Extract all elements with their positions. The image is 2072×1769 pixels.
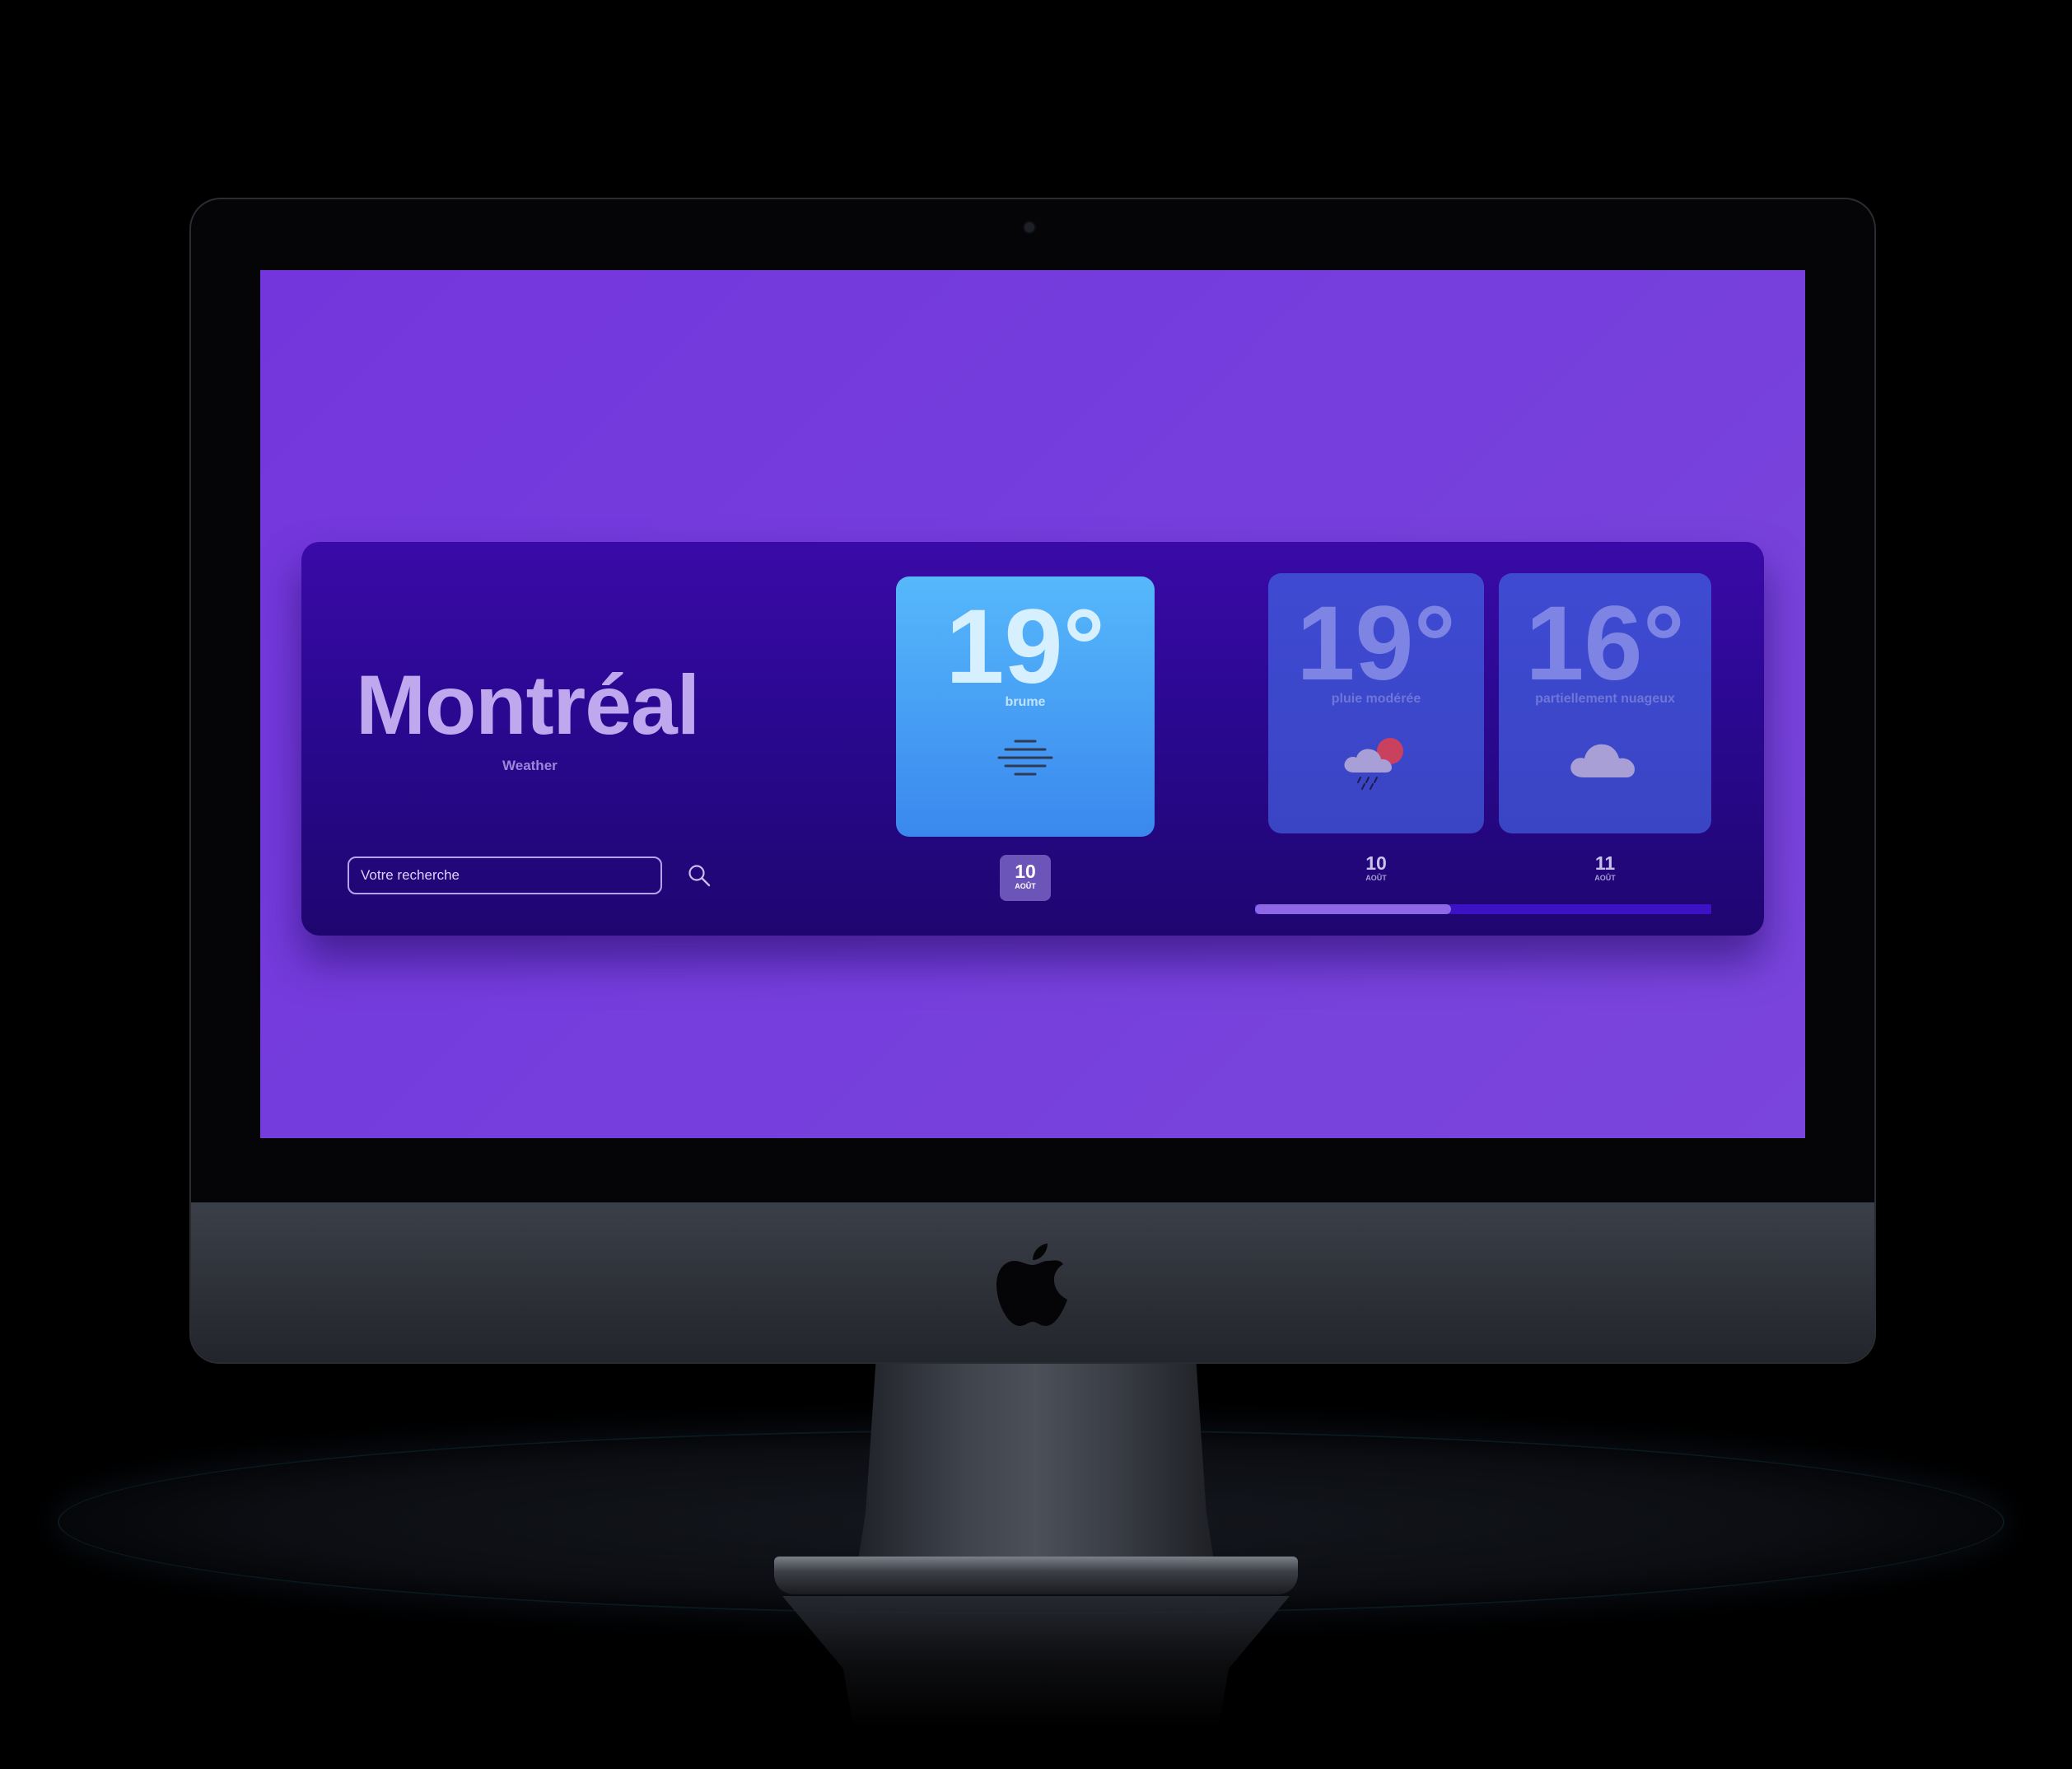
temperature: 19° — [1296, 585, 1456, 702]
date-month: AOÛT — [1015, 882, 1036, 890]
cloud-icon — [1570, 744, 1635, 777]
app-subtitle: Weather — [502, 758, 558, 773]
forecast-card[interactable]: 19° pluie modérée — [1268, 573, 1484, 833]
monitor-chin — [191, 1202, 1874, 1362]
search-input[interactable] — [348, 856, 662, 894]
date-label[interactable]: 11 AOÛT — [1572, 853, 1638, 883]
temperature: 16° — [1525, 585, 1685, 702]
screen: Montréal Weather 19° brume 10 AOÛT — [260, 270, 1805, 1138]
weather-description: partiellement nuageux — [1535, 692, 1675, 706]
date-label[interactable]: 10 AOÛT — [1343, 853, 1409, 883]
weather-app-card: Montréal Weather 19° brume 10 AOÛT — [301, 542, 1764, 936]
search-icon[interactable] — [687, 863, 712, 888]
forecast-card-selected[interactable]: 19° brume — [896, 576, 1155, 837]
scrollbar-thumb[interactable] — [1255, 904, 1452, 914]
weather-description: pluie modérée — [1331, 692, 1421, 706]
forecast-card[interactable]: 16° partiellement nuageux — [1499, 573, 1711, 833]
weather-description: brume — [1005, 695, 1046, 709]
temperature: 19° — [945, 588, 1105, 706]
monitor-stand-foot — [774, 1557, 1298, 1594]
date-day: 10 — [1015, 861, 1036, 882]
date-month: AOÛT — [1365, 874, 1387, 882]
apple-logo-icon — [996, 1244, 1067, 1326]
date-day: 11 — [1594, 852, 1616, 874]
forecast-scrollbar[interactable] — [1255, 904, 1711, 914]
city-title: Montréal — [356, 658, 700, 752]
date-day: 10 — [1365, 852, 1387, 874]
date-badge-selected[interactable]: 10 AOÛT — [1000, 855, 1051, 901]
fog-icon — [997, 740, 1053, 776]
monitor-stand — [855, 1351, 1217, 1581]
rain-cloud-sun-icon — [1344, 738, 1403, 790]
date-month: AOÛT — [1594, 874, 1616, 882]
webcam-icon — [1024, 222, 1034, 232]
stand-reflection — [782, 1596, 1290, 1728]
